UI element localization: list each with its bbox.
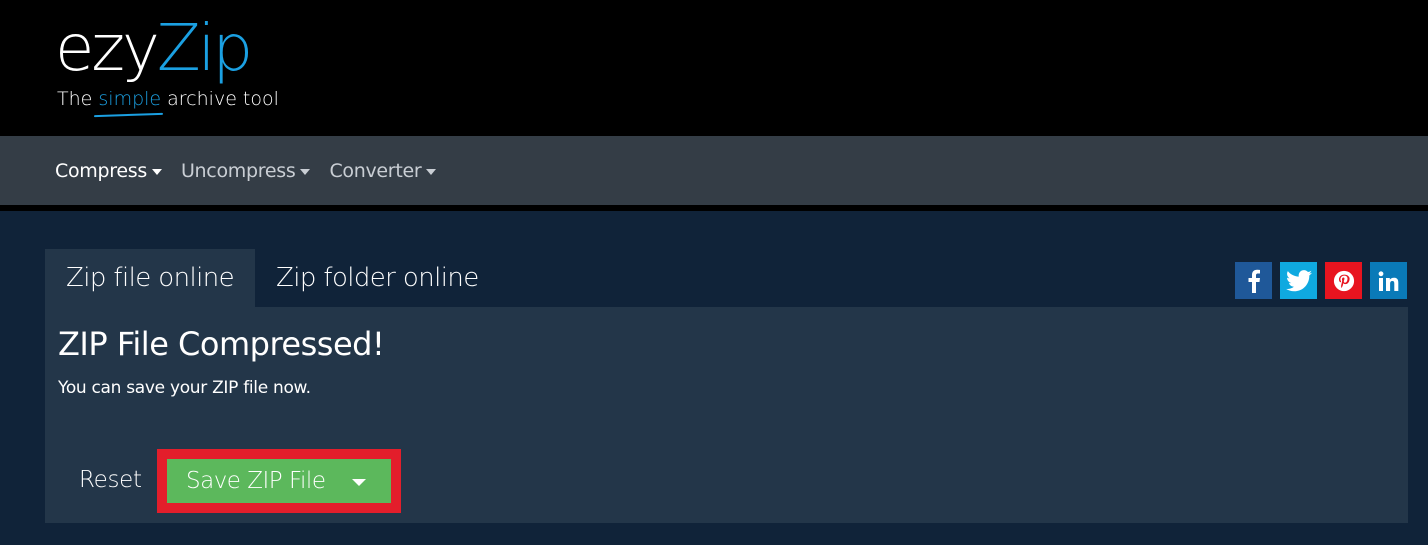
logo-zip: Zip xyxy=(156,12,253,86)
save-button-label: Save ZIP File xyxy=(186,468,326,494)
result-panel: ZIP File Compressed! You can save your Z… xyxy=(45,307,1408,523)
nav-item-converter[interactable]: Converter xyxy=(329,159,437,182)
tagline-after: archive tool xyxy=(161,88,279,110)
pinterest-share-button[interactable] xyxy=(1325,262,1362,299)
nav-item-uncompress[interactable]: Uncompress xyxy=(180,159,311,182)
social-share-bar xyxy=(1235,262,1407,299)
pinterest-icon xyxy=(1333,270,1354,291)
tab-zip-folder-online[interactable]: Zip folder online xyxy=(255,249,500,307)
logo-tagline: The simple archive tool xyxy=(57,88,279,110)
facebook-icon xyxy=(1248,269,1260,293)
nav-menu: Compress Uncompress Converter xyxy=(55,136,455,205)
nav-label: Compress xyxy=(55,159,147,182)
logo-ezy: ezy xyxy=(55,12,160,86)
twitter-icon xyxy=(1285,269,1312,291)
logo-wordmark: ezyZip xyxy=(55,12,253,86)
tool-tabs: Zip file online Zip folder online xyxy=(45,249,500,307)
facebook-share-button[interactable] xyxy=(1235,262,1272,299)
reset-button[interactable]: Reset xyxy=(79,467,142,493)
nav-label: Converter xyxy=(329,159,422,182)
caret-down-icon xyxy=(151,168,162,175)
ezyzip-logo[interactable]: ezyZip The simple archive tool xyxy=(55,12,279,110)
result-title: ZIP File Compressed! xyxy=(58,325,385,363)
caret-down-icon[interactable] xyxy=(352,479,366,486)
linkedin-share-button[interactable] xyxy=(1370,262,1407,299)
linkedin-icon xyxy=(1378,270,1398,291)
tagline-highlight: simple xyxy=(98,88,162,110)
tagline-before: The xyxy=(57,88,99,110)
save-button-highlight: Save ZIP File xyxy=(157,449,401,513)
caret-down-icon xyxy=(300,168,311,175)
main-navbar: Compress Uncompress Converter xyxy=(0,136,1428,205)
caret-down-icon xyxy=(426,168,437,175)
result-message: You can save your ZIP file now. xyxy=(58,378,311,398)
nav-divider xyxy=(0,205,1428,211)
twitter-share-button[interactable] xyxy=(1280,262,1317,299)
site-header: ezyZip The simple archive tool xyxy=(0,0,1428,136)
nav-label: Uncompress xyxy=(180,159,296,182)
tab-zip-file-online[interactable]: Zip file online xyxy=(45,249,255,307)
nav-item-compress[interactable]: Compress xyxy=(55,160,162,182)
save-zip-file-button[interactable]: Save ZIP File xyxy=(167,459,391,503)
